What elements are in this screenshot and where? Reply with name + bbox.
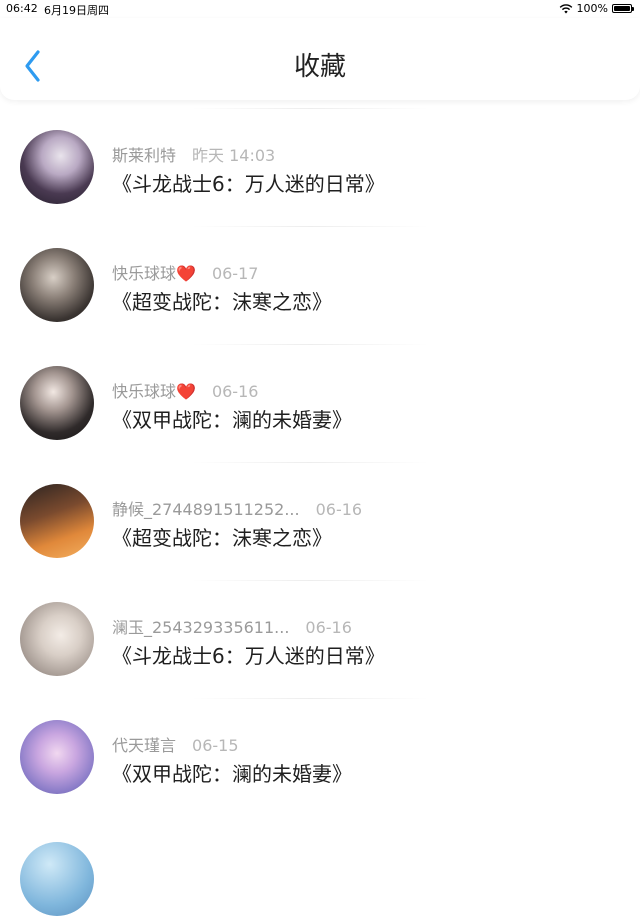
status-bar: 06:42 6月19日周四 100% <box>0 0 640 18</box>
battery-icon <box>612 4 634 13</box>
status-right: 100% <box>559 2 634 15</box>
timestamp: 06-16 <box>305 618 352 637</box>
divider <box>190 108 430 109</box>
list-item[interactable]: 澜玉_254329335611... 06-16 《斗龙战士6：万人迷的日常》 <box>0 580 640 698</box>
timestamp: 06-15 <box>192 736 239 755</box>
heart-icon: ❤️ <box>176 264 196 283</box>
status-date: 6月19日周四 <box>44 4 109 17</box>
username[interactable]: 澜玉_254329335611... <box>112 618 289 637</box>
comic-title[interactable]: 《超变战陀：沫寒之恋》 <box>112 522 332 551</box>
comic-title[interactable]: 《超变战陀：沫寒之恋》 <box>112 286 332 315</box>
name-row: 快乐球球❤️ 06-16 <box>112 378 258 402</box>
comic-title[interactable]: 《双甲战陀：澜的未婚妻》 <box>112 404 352 433</box>
divider <box>190 226 430 227</box>
timestamp: 06-16 <box>315 500 363 519</box>
name-row: 澜玉_254329335611... 06-16 <box>112 614 352 638</box>
username[interactable]: 快乐球球 <box>112 264 176 283</box>
avatar[interactable] <box>20 602 94 676</box>
avatar[interactable] <box>20 484 94 558</box>
comic-title[interactable]: 《斗龙战士6：万人迷的日常》 <box>112 640 385 669</box>
username[interactable]: 静候_2744891511252... <box>112 500 300 519</box>
list-item[interactable]: 快乐球球❤️ 06-16 《双甲战陀：澜的未婚妻》 <box>0 344 640 462</box>
username[interactable]: 快乐球球 <box>112 382 176 401</box>
username[interactable]: 斯莱利特 <box>112 146 176 165</box>
list-item[interactable]: 代天瑾言 06-15 《双甲战陀：澜的未婚妻》 <box>0 698 640 816</box>
wifi-icon <box>559 3 572 13</box>
page-title: 收藏 <box>293 52 346 82</box>
comic-title[interactable]: 《斗龙战士6：万人迷的日常》 <box>112 168 385 197</box>
list-item[interactable]: 斯莱利特 昨天 14:03 《斗龙战士6：万人迷的日常》 <box>0 108 640 226</box>
nav-bar: 收藏 <box>0 18 640 100</box>
avatar[interactable] <box>20 720 94 794</box>
timestamp: 昨天 14:03 <box>192 146 276 165</box>
avatar[interactable] <box>20 130 94 204</box>
name-row: 斯莱利特 昨天 14:03 <box>112 142 275 166</box>
divider <box>190 462 430 463</box>
username[interactable]: 代天瑾言 <box>112 736 176 755</box>
avatar[interactable] <box>20 842 94 916</box>
divider <box>190 698 430 699</box>
favorites-list: 斯莱利特 昨天 14:03 《斗龙战士6：万人迷的日常》 快乐球球❤️ 06-17 … <box>0 108 640 816</box>
timestamp: 06-16 <box>211 382 259 401</box>
list-item[interactable]: 静候_2744891511252... 06-16 《超变战陀：沫寒之恋》 <box>0 462 640 580</box>
divider <box>190 580 430 581</box>
divider <box>190 344 430 345</box>
status-time: 06:42 <box>6 2 38 15</box>
heart-icon: ❤️ <box>176 382 196 401</box>
avatar[interactable] <box>20 366 94 440</box>
name-row: 静候_2744891511252... 06-16 <box>112 496 362 520</box>
name-row: 快乐球球❤️ 06-17 <box>112 260 258 284</box>
avatar[interactable] <box>20 248 94 322</box>
list-item[interactable]: 快乐球球❤️ 06-17 《超变战陀：沫寒之恋》 <box>0 226 640 344</box>
battery-fill <box>614 6 630 11</box>
timestamp: 06-17 <box>211 264 259 283</box>
name-row: 代天瑾言 06-15 <box>112 732 239 756</box>
battery-percent: 100% <box>576 2 608 15</box>
comic-title[interactable]: 《双甲战陀：澜的未婚妻》 <box>112 758 352 787</box>
